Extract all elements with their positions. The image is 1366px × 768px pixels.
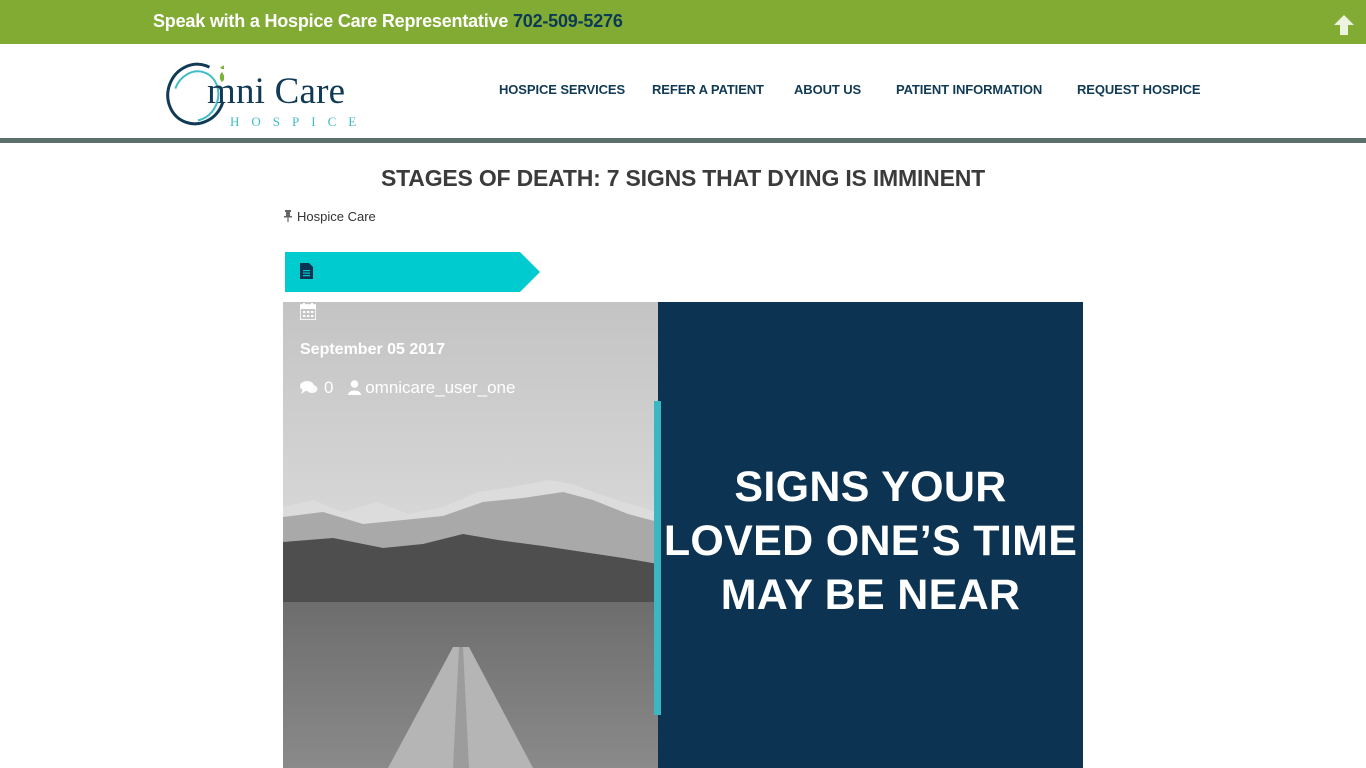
featured-image: SIGNS YOUR LOVED ONE’S TIME MAY BE NEAR <box>283 302 1083 768</box>
pin-icon <box>284 210 292 222</box>
comments-icon <box>300 381 318 394</box>
nav-hospice-services[interactable]: HOSPICE SERVICES <box>499 82 625 97</box>
contact-text: Speak with a Hospice Care Representative <box>153 11 513 31</box>
nav-refer-a-patient[interactable]: REFER A PATIENT <box>652 82 764 97</box>
user-icon <box>348 380 362 395</box>
post-meta-row: 0 omnicare_user_one <box>300 378 515 398</box>
main-nav: HOSPICE SERVICES REFER A PATIENT ABOUT U… <box>0 82 1366 100</box>
post-format-ribbon <box>285 252 540 292</box>
post-date: September 05 2017 <box>300 341 445 358</box>
top-contact-bar: Speak with a Hospice Care Representative… <box>0 0 1366 44</box>
scroll-to-top-button[interactable] <box>1333 14 1357 38</box>
category-label: Hospice Care <box>297 209 376 224</box>
comment-count[interactable]: 0 <box>324 378 333 397</box>
featured-headline: SIGNS YOUR LOVED ONE’S TIME MAY BE NEAR <box>663 463 1078 619</box>
contact-message: Speak with a Hospice Care Representative… <box>153 11 623 32</box>
post-title: STAGES OF DEATH: 7 SIGNS THAT DYING IS I… <box>381 165 985 191</box>
calendar-icon <box>300 303 316 320</box>
logo-subtitle: HOSPICE <box>230 114 369 129</box>
nav-about-us[interactable]: ABOUT US <box>794 82 861 97</box>
document-icon <box>300 263 313 279</box>
arrow-up-icon <box>1334 15 1354 35</box>
nav-patient-information[interactable]: PATIENT INFORMATION <box>896 82 1042 97</box>
contact-phone-link[interactable]: 702-509-5276 <box>513 11 623 31</box>
post-author-link[interactable]: omnicare_user_one <box>365 378 515 397</box>
nav-request-hospice[interactable]: REQUEST HOSPICE <box>1077 82 1201 97</box>
mountain-road-photo <box>283 302 658 768</box>
post-category-link[interactable]: Hospice Care <box>283 209 376 224</box>
header-divider <box>0 138 1366 143</box>
